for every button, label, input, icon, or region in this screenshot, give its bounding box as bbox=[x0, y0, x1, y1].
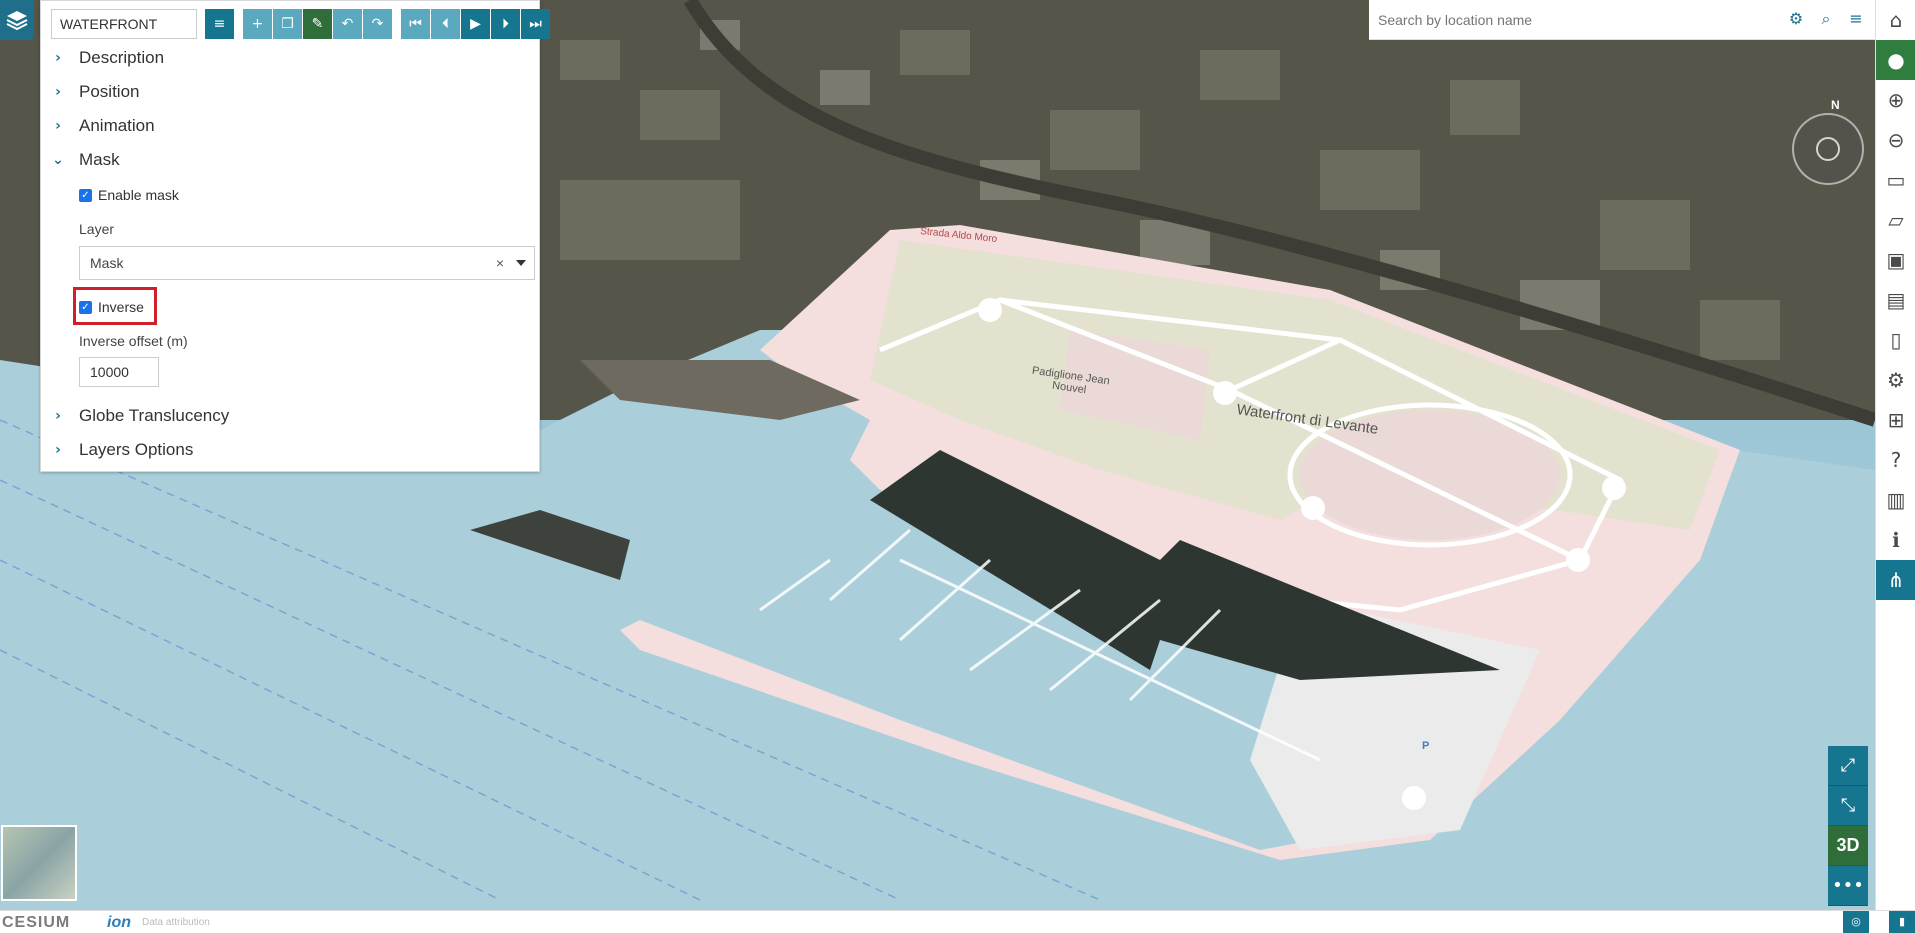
enable-mask-checkbox[interactable]: ✓ bbox=[79, 188, 92, 202]
help-icon[interactable]: ? bbox=[1876, 440, 1915, 480]
first-icon[interactable]: ⏮ bbox=[401, 9, 430, 39]
inverse-label: Inverse bbox=[98, 299, 144, 315]
bottom-right-buttons: ◎ ▮ bbox=[1823, 911, 1915, 933]
inverse-offset-label: Inverse offset (m) bbox=[79, 333, 188, 349]
view-controls: ⤢ ⤡ 3D ••• bbox=[1828, 746, 1868, 906]
section-position-label: Position bbox=[79, 82, 140, 101]
section-layers-options[interactable]: › Layers Options bbox=[51, 440, 193, 460]
prev-icon[interactable]: ⏴ bbox=[431, 9, 460, 39]
layer-properties-panel: ≡ + ❐ ✎ ↶ ↷ ⏮ ⏴ ▶ ⏵ ⏭ › Description › Po… bbox=[40, 0, 550, 472]
section-mask[interactable]: ⌄ Mask bbox=[51, 150, 120, 170]
undo-icon[interactable]: ↶ bbox=[333, 9, 362, 39]
section-mask-label: Mask bbox=[79, 150, 120, 169]
enable-mask-row: ✓ Enable mask bbox=[79, 187, 179, 203]
play-icon[interactable]: ▶ bbox=[461, 9, 490, 39]
save-icon[interactable]: ▣ bbox=[1876, 240, 1915, 280]
list-icon[interactable]: ≡ bbox=[205, 9, 234, 39]
mask-layer-value: Mask bbox=[90, 255, 124, 271]
trash-icon[interactable]: ▯ bbox=[1876, 320, 1915, 360]
more-button[interactable]: ••• bbox=[1828, 866, 1868, 906]
caret-down-icon[interactable] bbox=[516, 260, 526, 266]
chevron-right-icon: › bbox=[55, 84, 61, 100]
enable-mask-label: Enable mask bbox=[98, 187, 179, 203]
chevron-right-icon: › bbox=[55, 408, 61, 424]
chevron-right-icon: › bbox=[55, 442, 61, 458]
compass[interactable] bbox=[1792, 113, 1864, 185]
tree-icon[interactable]: ⋔ bbox=[1876, 560, 1915, 600]
section-globe-translucency-label: Globe Translucency bbox=[79, 406, 230, 425]
gear-icon[interactable]: ⚙ bbox=[1787, 10, 1805, 28]
expand-icon[interactable]: ⤡ bbox=[1828, 786, 1868, 826]
section-description-label: Description bbox=[79, 48, 165, 67]
book-icon[interactable]: ▥ bbox=[1876, 480, 1915, 520]
user-icon[interactable]: ● bbox=[1876, 40, 1915, 80]
plus-icon[interactable]: + bbox=[243, 9, 272, 39]
bottom-bar: CESIUM ion Data attribution ◎ ▮ bbox=[0, 910, 1915, 933]
search-input[interactable] bbox=[1378, 11, 1778, 28]
cesium-logo[interactable]: CESIUM bbox=[2, 914, 70, 932]
layer-label: Layer bbox=[79, 221, 115, 237]
section-animation[interactable]: › Animation bbox=[51, 116, 155, 136]
panel-toolbar: ≡ + ❐ ✎ ↶ ↷ ⏮ ⏴ ▶ ⏵ ⏭ bbox=[51, 9, 551, 39]
data-attribution-link[interactable]: Data attribution bbox=[142, 917, 210, 928]
upload-icon[interactable]: ⊕ bbox=[1876, 80, 1915, 120]
folder-icon[interactable]: ▭ bbox=[1876, 160, 1915, 200]
save-as-icon[interactable]: ▤ bbox=[1876, 280, 1915, 320]
chevron-right-icon: › bbox=[55, 118, 61, 134]
mask-layer-select[interactable]: Mask × bbox=[79, 246, 535, 280]
settings-icon[interactable]: ⚙ bbox=[1876, 360, 1915, 400]
cesium-ion-logo[interactable]: ion bbox=[107, 914, 131, 932]
last-icon[interactable]: ⏭ bbox=[521, 9, 550, 39]
layer-title-input[interactable] bbox=[51, 9, 197, 39]
share-icon[interactable]: ⊞ bbox=[1876, 400, 1915, 440]
section-position[interactable]: › Position bbox=[51, 82, 139, 102]
clear-icon[interactable]: × bbox=[496, 255, 504, 271]
home-icon[interactable]: ⌂ bbox=[1876, 0, 1915, 40]
fullscreen-icon[interactable]: ⤢ bbox=[1828, 746, 1868, 786]
search-icon[interactable]: ⌕ bbox=[1817, 10, 1835, 28]
right-sidebar: ⌂ ● ⊕ ⊖ ▭ ▱ ▣ ▤ ▯ ⚙ ⊞ ? ▥ ℹ ⋔ bbox=[1875, 0, 1915, 910]
section-globe-translucency[interactable]: › Globe Translucency bbox=[51, 406, 229, 426]
layers-icon bbox=[6, 11, 28, 31]
next-icon[interactable]: ⏵ bbox=[491, 9, 520, 39]
chevron-right-icon: › bbox=[55, 50, 61, 66]
mode-3d-button[interactable]: 3D bbox=[1828, 826, 1868, 866]
info-icon[interactable]: ℹ bbox=[1876, 520, 1915, 560]
overview-map[interactable] bbox=[1, 825, 77, 901]
chevron-down-icon: ⌄ bbox=[52, 152, 64, 168]
map-label-parking: P bbox=[1422, 740, 1430, 752]
inverse-offset-input[interactable] bbox=[79, 357, 159, 387]
section-layers-options-label: Layers Options bbox=[79, 440, 194, 459]
compass-center-icon[interactable] bbox=[1816, 137, 1840, 161]
inverse-row: ✓ Inverse bbox=[79, 299, 144, 315]
compass-north-label: N bbox=[1831, 98, 1840, 112]
redo-icon[interactable]: ↷ bbox=[363, 9, 392, 39]
section-description[interactable]: › Description bbox=[51, 48, 164, 68]
ruler-icon[interactable]: ▱ bbox=[1876, 200, 1915, 240]
edit-icon[interactable]: ✎ bbox=[303, 9, 332, 39]
target-icon[interactable]: ◎ bbox=[1843, 911, 1869, 933]
search-bar: ⚙ ⌕ ≡ bbox=[1369, 0, 1875, 40]
device-icon[interactable]: ▮ bbox=[1889, 911, 1915, 933]
section-animation-label: Animation bbox=[79, 116, 155, 135]
layers-button[interactable] bbox=[0, 0, 34, 40]
inverse-checkbox[interactable]: ✓ bbox=[79, 300, 92, 314]
menu-icon[interactable]: ≡ bbox=[1847, 10, 1865, 28]
download-icon[interactable]: ⊖ bbox=[1876, 120, 1915, 160]
copy-icon[interactable]: ❐ bbox=[273, 9, 302, 39]
